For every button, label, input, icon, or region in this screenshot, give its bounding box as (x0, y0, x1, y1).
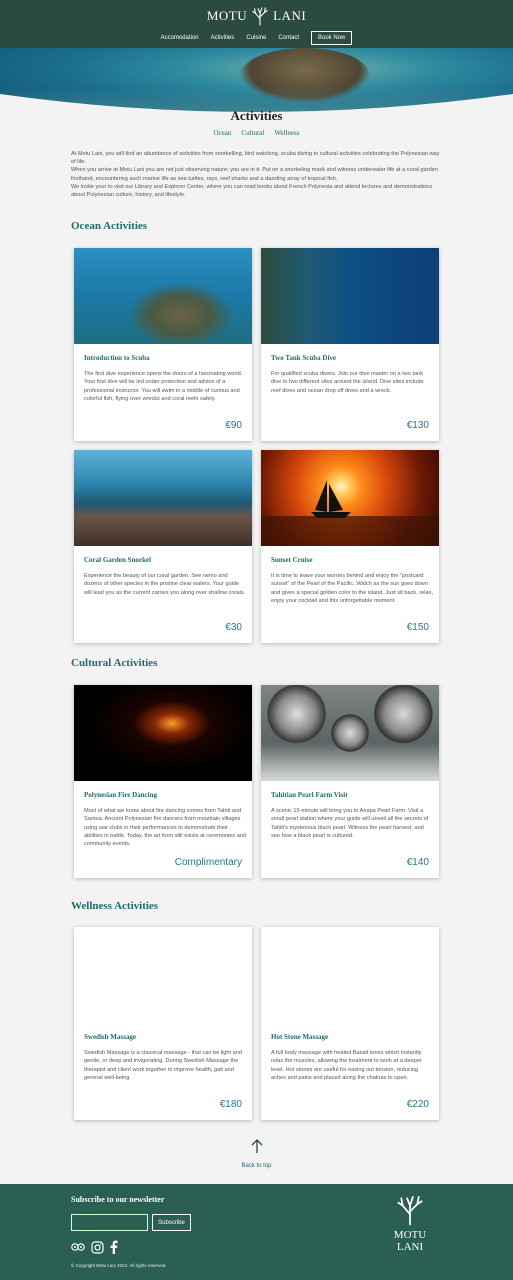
section-wellness-title: Wellness Activities (71, 900, 159, 912)
tab-cultural[interactable]: Cultural (241, 129, 264, 137)
coral-logo-icon (397, 1196, 423, 1226)
back-to-top[interactable]: Back to top (0, 1138, 513, 1172)
card-title: Two Tank Scuba Dive (271, 354, 337, 362)
arrow-up-icon (251, 1139, 262, 1153)
card-description: It is time to leave your worries behind … (271, 573, 433, 604)
nav-contact[interactable]: Contact (278, 35, 299, 41)
card-title: Coral Garden Snorkel (84, 556, 151, 564)
card-price: Complimentary (174, 857, 242, 868)
card-description: A scenic 15-minute will bring you to Ana… (271, 808, 429, 839)
card-title: Swedish Massage (84, 1033, 136, 1041)
tab-wellness[interactable]: Wellness (274, 129, 299, 137)
card-description: Most of what we know about fire dancing … (84, 808, 247, 848)
activity-card[interactable]: Sunset Cruise It is time to leave your w… (261, 450, 439, 643)
section-cultural-title: Cultural Activities (71, 657, 158, 669)
activity-card[interactable]: Tahitian Pearl Farm Visit A scenic 15-mi… (261, 685, 439, 878)
card-image-placeholder (261, 927, 439, 1023)
card-description: The first dive experience opens the door… (84, 371, 243, 402)
logo-text-right: LANI (273, 8, 307, 23)
card-price: €30 (225, 622, 242, 633)
book-now-button[interactable]: Book Now (311, 31, 353, 45)
pearls-image (261, 685, 439, 781)
intro-text: At Motu Lani, you will find an abundance… (71, 151, 440, 199)
card-price: €90 (225, 420, 242, 431)
tripadvisor-icon[interactable] (71, 1242, 85, 1252)
card-title: Introduction to Scuba (84, 354, 150, 362)
page-title: Activities (230, 108, 283, 123)
coral-logo-icon (252, 7, 268, 26)
activity-card[interactable]: Swedish Massage Swedish Massage is a cla… (74, 927, 252, 1120)
site-logo[interactable]: MOTU LANI (0, 6, 513, 26)
social-links (71, 1240, 118, 1254)
nav-accomodation[interactable]: Accomodation (161, 35, 199, 41)
card-title: Polynesian Fire Dancing (84, 791, 157, 799)
scuba-image (74, 248, 252, 344)
main-nav: Accomodation Activities Cuisine Contact … (0, 31, 513, 45)
activity-card[interactable]: Hot Stone Massage A full body massage wi… (261, 927, 439, 1120)
card-price: €150 (406, 622, 429, 633)
card-price: €130 (406, 420, 429, 431)
facebook-icon[interactable] (110, 1240, 118, 1254)
card-title: Hot Stone Massage (271, 1033, 329, 1041)
card-title: Tahitian Pearl Farm Visit (271, 791, 348, 799)
footer-logo[interactable]: MOTU LANI (380, 1194, 440, 1253)
card-description: Experience the beauty of our coral garde… (84, 573, 246, 596)
nav-activities[interactable]: Activities (211, 35, 235, 41)
back-to-top-label: Back to top (241, 1163, 272, 1169)
copyright-text: © Copyright Motu Lani 2022. All rights r… (71, 1263, 167, 1268)
diver-image (261, 248, 439, 344)
sunset-image (261, 450, 439, 546)
site-header: MOTU LANI Accomodation Activities Cuisin… (0, 0, 513, 48)
nav-cuisine[interactable]: Cuisine (246, 35, 266, 41)
instagram-icon[interactable] (91, 1240, 104, 1254)
card-image-placeholder (74, 927, 252, 1023)
activity-tabs: Ocean Cultural Wellness (0, 129, 513, 137)
newsletter-email-input[interactable] (71, 1214, 148, 1231)
activity-card[interactable]: Two Tank Scuba Dive For qualified scuba … (261, 248, 439, 441)
card-description: A full body massage with heated Basalt t… (271, 1050, 422, 1081)
card-price: €220 (406, 1099, 429, 1110)
logo-text-left: MOTU (206, 8, 248, 23)
footer-logo-left: MOTU (393, 1229, 427, 1241)
coral-image (74, 450, 252, 546)
activity-card[interactable]: Polynesian Fire Dancing Most of what we … (74, 685, 252, 878)
card-price: €180 (219, 1099, 242, 1110)
subscribe-button[interactable]: Subscribe (152, 1214, 191, 1231)
activity-card[interactable]: Introduction to Scuba The first dive exp… (74, 248, 252, 441)
activity-card[interactable]: Coral Garden Snorkel Experience the beau… (74, 450, 252, 643)
card-price: €140 (406, 857, 429, 868)
tab-ocean[interactable]: Ocean (214, 129, 232, 137)
section-ocean-title: Ocean Activities (71, 220, 148, 232)
site-footer: Subscribe to our newsletter Subscribe © … (0, 1184, 513, 1280)
card-title: Sunset Cruise (271, 556, 313, 564)
card-description: Swedish Massage is a classical massage -… (84, 1050, 242, 1081)
footer-logo-right: LANI (396, 1241, 424, 1253)
fire-dancer-image (74, 685, 252, 781)
newsletter-heading: Subscribe to our newsletter (71, 1195, 165, 1204)
card-description: For qualified scuba divers. Join our div… (271, 371, 424, 394)
